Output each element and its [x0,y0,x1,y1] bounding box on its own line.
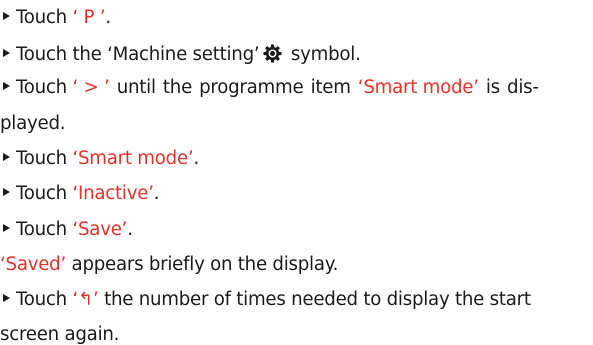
bullet-arrow-icon [0,221,11,235]
step-text: is dis- [478,77,539,98]
step-text: Touch [16,183,73,204]
bullet-arrow-icon [0,46,11,60]
step-text: . [153,183,160,204]
saved-note: ‘Saved’ appears briefly on the display. [0,254,339,275]
step-touch-inactive: Touch ‘Inactive’. [0,183,160,204]
step-navigate-smart-mode: Touch ‘ > ’ until the programme item ‘Sm… [0,77,580,98]
step-machine-setting: Touch the ‘Machine setting’ symbol. [0,44,361,64]
step-continuation: played. [0,113,66,134]
step-text: . [127,219,133,240]
gear-icon [263,44,282,63]
step-text: Touch the [16,44,108,65]
highlight-text: ‘Smart mode’ [357,77,479,98]
highlight-text: ‘Inactive’ [72,183,154,204]
highlight-text: ‘Smart mode’ [72,148,194,169]
instruction-document: Touch ‘ P ’. Touch the ‘Machine setting’… [0,0,593,344]
bullet-arrow-icon [0,150,11,164]
highlight-text: ‘Machine setting’ [107,44,260,65]
step-continuation: screen again. [0,325,119,344]
step-touch-save: Touch ‘Save’. [0,219,133,240]
highlight-text: ‘ > ’ [72,77,110,98]
highlight-text: ‘Save’ [72,219,128,240]
step-text: . [193,148,199,169]
bullet-arrow-icon [0,9,11,23]
step-text: played. [0,113,66,134]
step-text: the number of times needed to display th… [98,289,531,310]
step-text: . [105,7,111,28]
step-touch-p: Touch ‘ P ’. [0,7,111,28]
note-text: appears briefly on the display. [66,254,339,275]
step-text: Touch [16,148,73,169]
step-text: Touch [16,219,73,240]
step-return-start-screen: Touch ‘↰’ the number of times needed to … [0,289,531,310]
highlight-text: ‘↰’ [72,289,99,310]
step-text: Touch [16,289,73,310]
step-text: symbol. [285,44,361,65]
bullet-arrow-icon [0,79,11,93]
highlight-text: ‘Saved’ [0,254,67,275]
highlight-text: ‘ P ’ [72,7,106,28]
bullet-arrow-icon [0,291,11,305]
step-text: Touch [16,7,73,28]
step-text: Touch [16,77,73,98]
step-text: until the programme item [109,77,358,98]
step-touch-smart-mode: Touch ‘Smart mode’. [0,148,199,169]
bullet-arrow-icon [0,185,11,199]
